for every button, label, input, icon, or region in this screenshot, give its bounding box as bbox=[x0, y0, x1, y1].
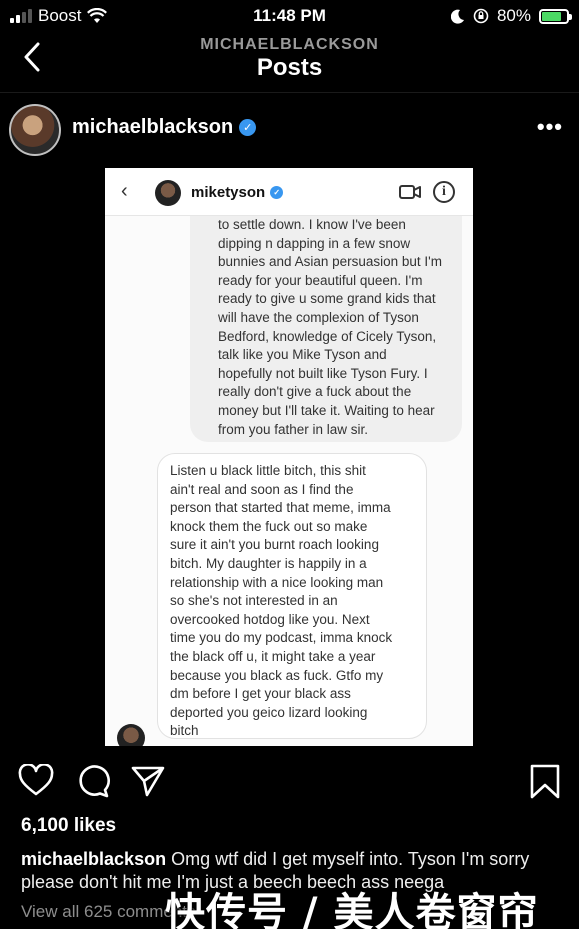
dm-back-chevron-icon: ‹ bbox=[121, 180, 128, 202]
watermark-text: 快传号 / 美人卷窗帘 bbox=[165, 890, 539, 929]
dm-verified-badge-icon: ✓ bbox=[270, 186, 284, 199]
message-line: ready for your beautiful queen. I'm bbox=[218, 272, 423, 288]
post-username[interactable]: michaelblackson bbox=[72, 116, 233, 139]
message-line: dipping n dapping in a few snow bbox=[218, 235, 411, 251]
message-line: the black off u, it might take a year bbox=[170, 648, 376, 664]
caption-username[interactable]: michaelblackson bbox=[21, 849, 166, 869]
post-actions bbox=[0, 760, 579, 804]
message-line: ain't real and soon as I find the bbox=[170, 481, 354, 497]
dm-header: ‹ miketyson ✓ i bbox=[105, 168, 473, 216]
message-line: relationship with a nice looking man bbox=[170, 574, 384, 590]
message-bubble-received: to settle down. I know I've been dipping … bbox=[190, 198, 462, 442]
message-line: Listen u black little bitch, this shit bbox=[170, 463, 366, 478]
moon-icon bbox=[450, 9, 464, 24]
page-title: Posts bbox=[256, 54, 323, 81]
video-call-icon bbox=[399, 185, 421, 199]
comment-icon[interactable] bbox=[75, 764, 111, 798]
message-line: dm before I get your black ass bbox=[170, 686, 351, 702]
battery-fill bbox=[542, 11, 562, 21]
post-username-row[interactable]: michaelblackson ✓ bbox=[72, 116, 257, 139]
message-line: bunnies and Asian persuasion but I'm bbox=[218, 254, 442, 270]
dm-sender-avatar bbox=[117, 724, 145, 746]
avatar[interactable] bbox=[9, 104, 61, 156]
status-right: 80% bbox=[450, 6, 572, 26]
post-header: michaelblackson ✓ ••• bbox=[0, 98, 579, 162]
message-bubble-reply: Listen u black little bitch, this shit ai… bbox=[157, 453, 427, 739]
message-line: person that started that meme, imma bbox=[170, 500, 391, 516]
message-line: will have the complexion of Tyson bbox=[218, 309, 419, 325]
battery-icon bbox=[539, 8, 572, 24]
dm-username-row: miketyson ✓ bbox=[191, 184, 284, 201]
message-line: money but I'll take it. Waiting to hear bbox=[218, 402, 435, 418]
message-line: bitch bbox=[170, 723, 199, 739]
message-line: Bedford, knowledge of Cicely Tyson, bbox=[218, 328, 437, 344]
message-line: from you father in law sir. bbox=[218, 421, 369, 437]
message-line: ready to give u some grand kids that bbox=[218, 291, 436, 307]
orientation-lock-icon bbox=[473, 8, 489, 24]
message-line: bitch. My daughter is happily in a bbox=[170, 555, 367, 571]
likes-count[interactable]: 6,100 likes bbox=[21, 815, 116, 837]
bookmark-icon[interactable] bbox=[529, 764, 561, 800]
message-line: to settle down. I know I've been bbox=[218, 217, 406, 232]
message-line: sure it ain't you burnt roach looking bbox=[170, 537, 379, 553]
heart-icon[interactable] bbox=[18, 764, 54, 798]
status-bar: Boost 11:48 PM 80% bbox=[0, 0, 579, 32]
message-line: time you do my podcast, imma knock bbox=[170, 630, 393, 646]
dm-username: miketyson bbox=[191, 184, 266, 201]
more-icon[interactable]: ••• bbox=[537, 114, 563, 140]
message-line: knock them the fuck out so make bbox=[170, 518, 368, 534]
message-line: talk like you Mike Tyson and bbox=[218, 347, 387, 363]
post-image[interactable]: to settle down. I know I've been dipping … bbox=[105, 168, 473, 746]
verified-badge-icon: ✓ bbox=[239, 119, 257, 136]
dm-avatar bbox=[155, 180, 181, 206]
message-line: so she's not interested in an bbox=[170, 593, 338, 609]
message-line: deported you geico lizard looking bbox=[170, 704, 368, 720]
message-line: overcooked hotdog like you. Next bbox=[170, 611, 370, 627]
battery-percent: 80% bbox=[496, 6, 531, 25]
message-line: really don't give a fuck about the bbox=[218, 384, 412, 400]
message-line: hopefully not built like Tyson Fury. I bbox=[218, 365, 428, 381]
header-divider bbox=[0, 92, 579, 93]
share-icon[interactable] bbox=[130, 764, 166, 798]
message-line: because you black as fuck. Gtfo my bbox=[170, 667, 384, 683]
nav-header: MICHAELBLACKSON Posts bbox=[0, 32, 579, 92]
info-icon: i bbox=[433, 181, 455, 203]
header-account: MICHAELBLACKSON bbox=[200, 36, 379, 53]
